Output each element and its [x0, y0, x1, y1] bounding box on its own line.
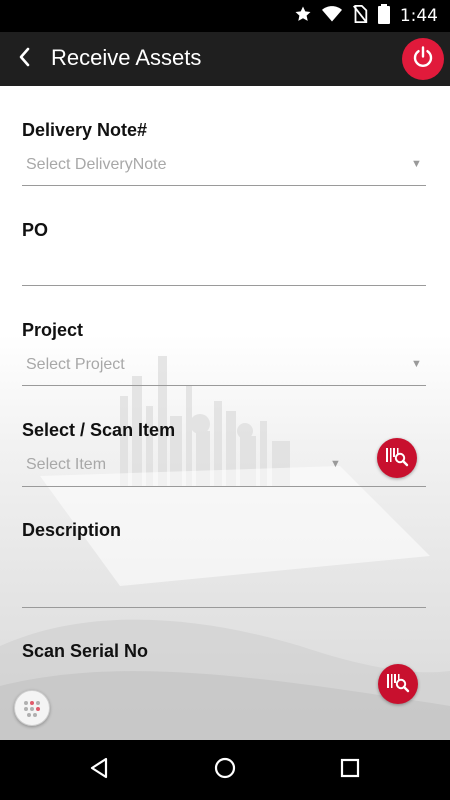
po-label: PO [22, 220, 49, 240]
wifi-icon [321, 5, 342, 28]
app-grid-icon [15, 701, 49, 729]
status-time: 1:44 [399, 6, 438, 26]
floating-assistant-button[interactable] [14, 690, 50, 726]
serial-label: Scan Serial No [22, 641, 149, 661]
description-input[interactable] [26, 556, 426, 606]
back-button[interactable] [8, 42, 42, 76]
description-underline [22, 607, 426, 608]
system-nav-bar [0, 740, 450, 800]
circle-home-icon [213, 756, 237, 785]
delivery-note-label: Delivery Note# [22, 120, 148, 140]
star-icon [294, 5, 312, 28]
description-label: Description [22, 520, 122, 540]
scan-serial-button[interactable] [378, 664, 418, 704]
po-input[interactable] [26, 256, 426, 278]
delivery-note-dropdown-icon[interactable]: ▼ [411, 158, 422, 170]
item-label: Select / Scan Item [22, 420, 176, 440]
no-sim-icon [352, 4, 368, 28]
delivery-note-underline [22, 185, 426, 186]
item-select[interactable]: Select Item [26, 456, 106, 474]
po-underline [22, 285, 426, 286]
project-dropdown-icon[interactable]: ▼ [411, 358, 422, 370]
status-icons: 1:44 [294, 3, 438, 29]
barcode-search-icon [385, 445, 409, 472]
project-select[interactable]: Select Project [26, 356, 125, 374]
page-title: Receive Assets [51, 45, 202, 70]
scan-item-button[interactable] [377, 438, 417, 478]
app-bar: Receive Assets [0, 32, 450, 86]
power-icon [411, 45, 435, 74]
barcode-search-icon [386, 671, 410, 698]
nav-home-button[interactable] [209, 754, 241, 786]
chevron-left-icon [17, 46, 33, 73]
logout-button[interactable] [402, 38, 444, 80]
item-underline [22, 486, 426, 487]
project-label: Project [22, 320, 84, 340]
triangle-back-icon [87, 756, 111, 785]
square-recents-icon [338, 756, 362, 785]
battery-icon [377, 3, 390, 29]
delivery-note-select[interactable]: Select DeliveryNote [26, 156, 167, 174]
status-bar: 1:44 [0, 0, 450, 32]
item-dropdown-icon[interactable]: ▼ [330, 458, 341, 470]
nav-back-button[interactable] [83, 754, 115, 786]
project-underline [22, 385, 426, 386]
nav-recents-button[interactable] [334, 754, 366, 786]
form-content[interactable]: Delivery Note# Select DeliveryNote ▼ PO … [0, 86, 450, 740]
